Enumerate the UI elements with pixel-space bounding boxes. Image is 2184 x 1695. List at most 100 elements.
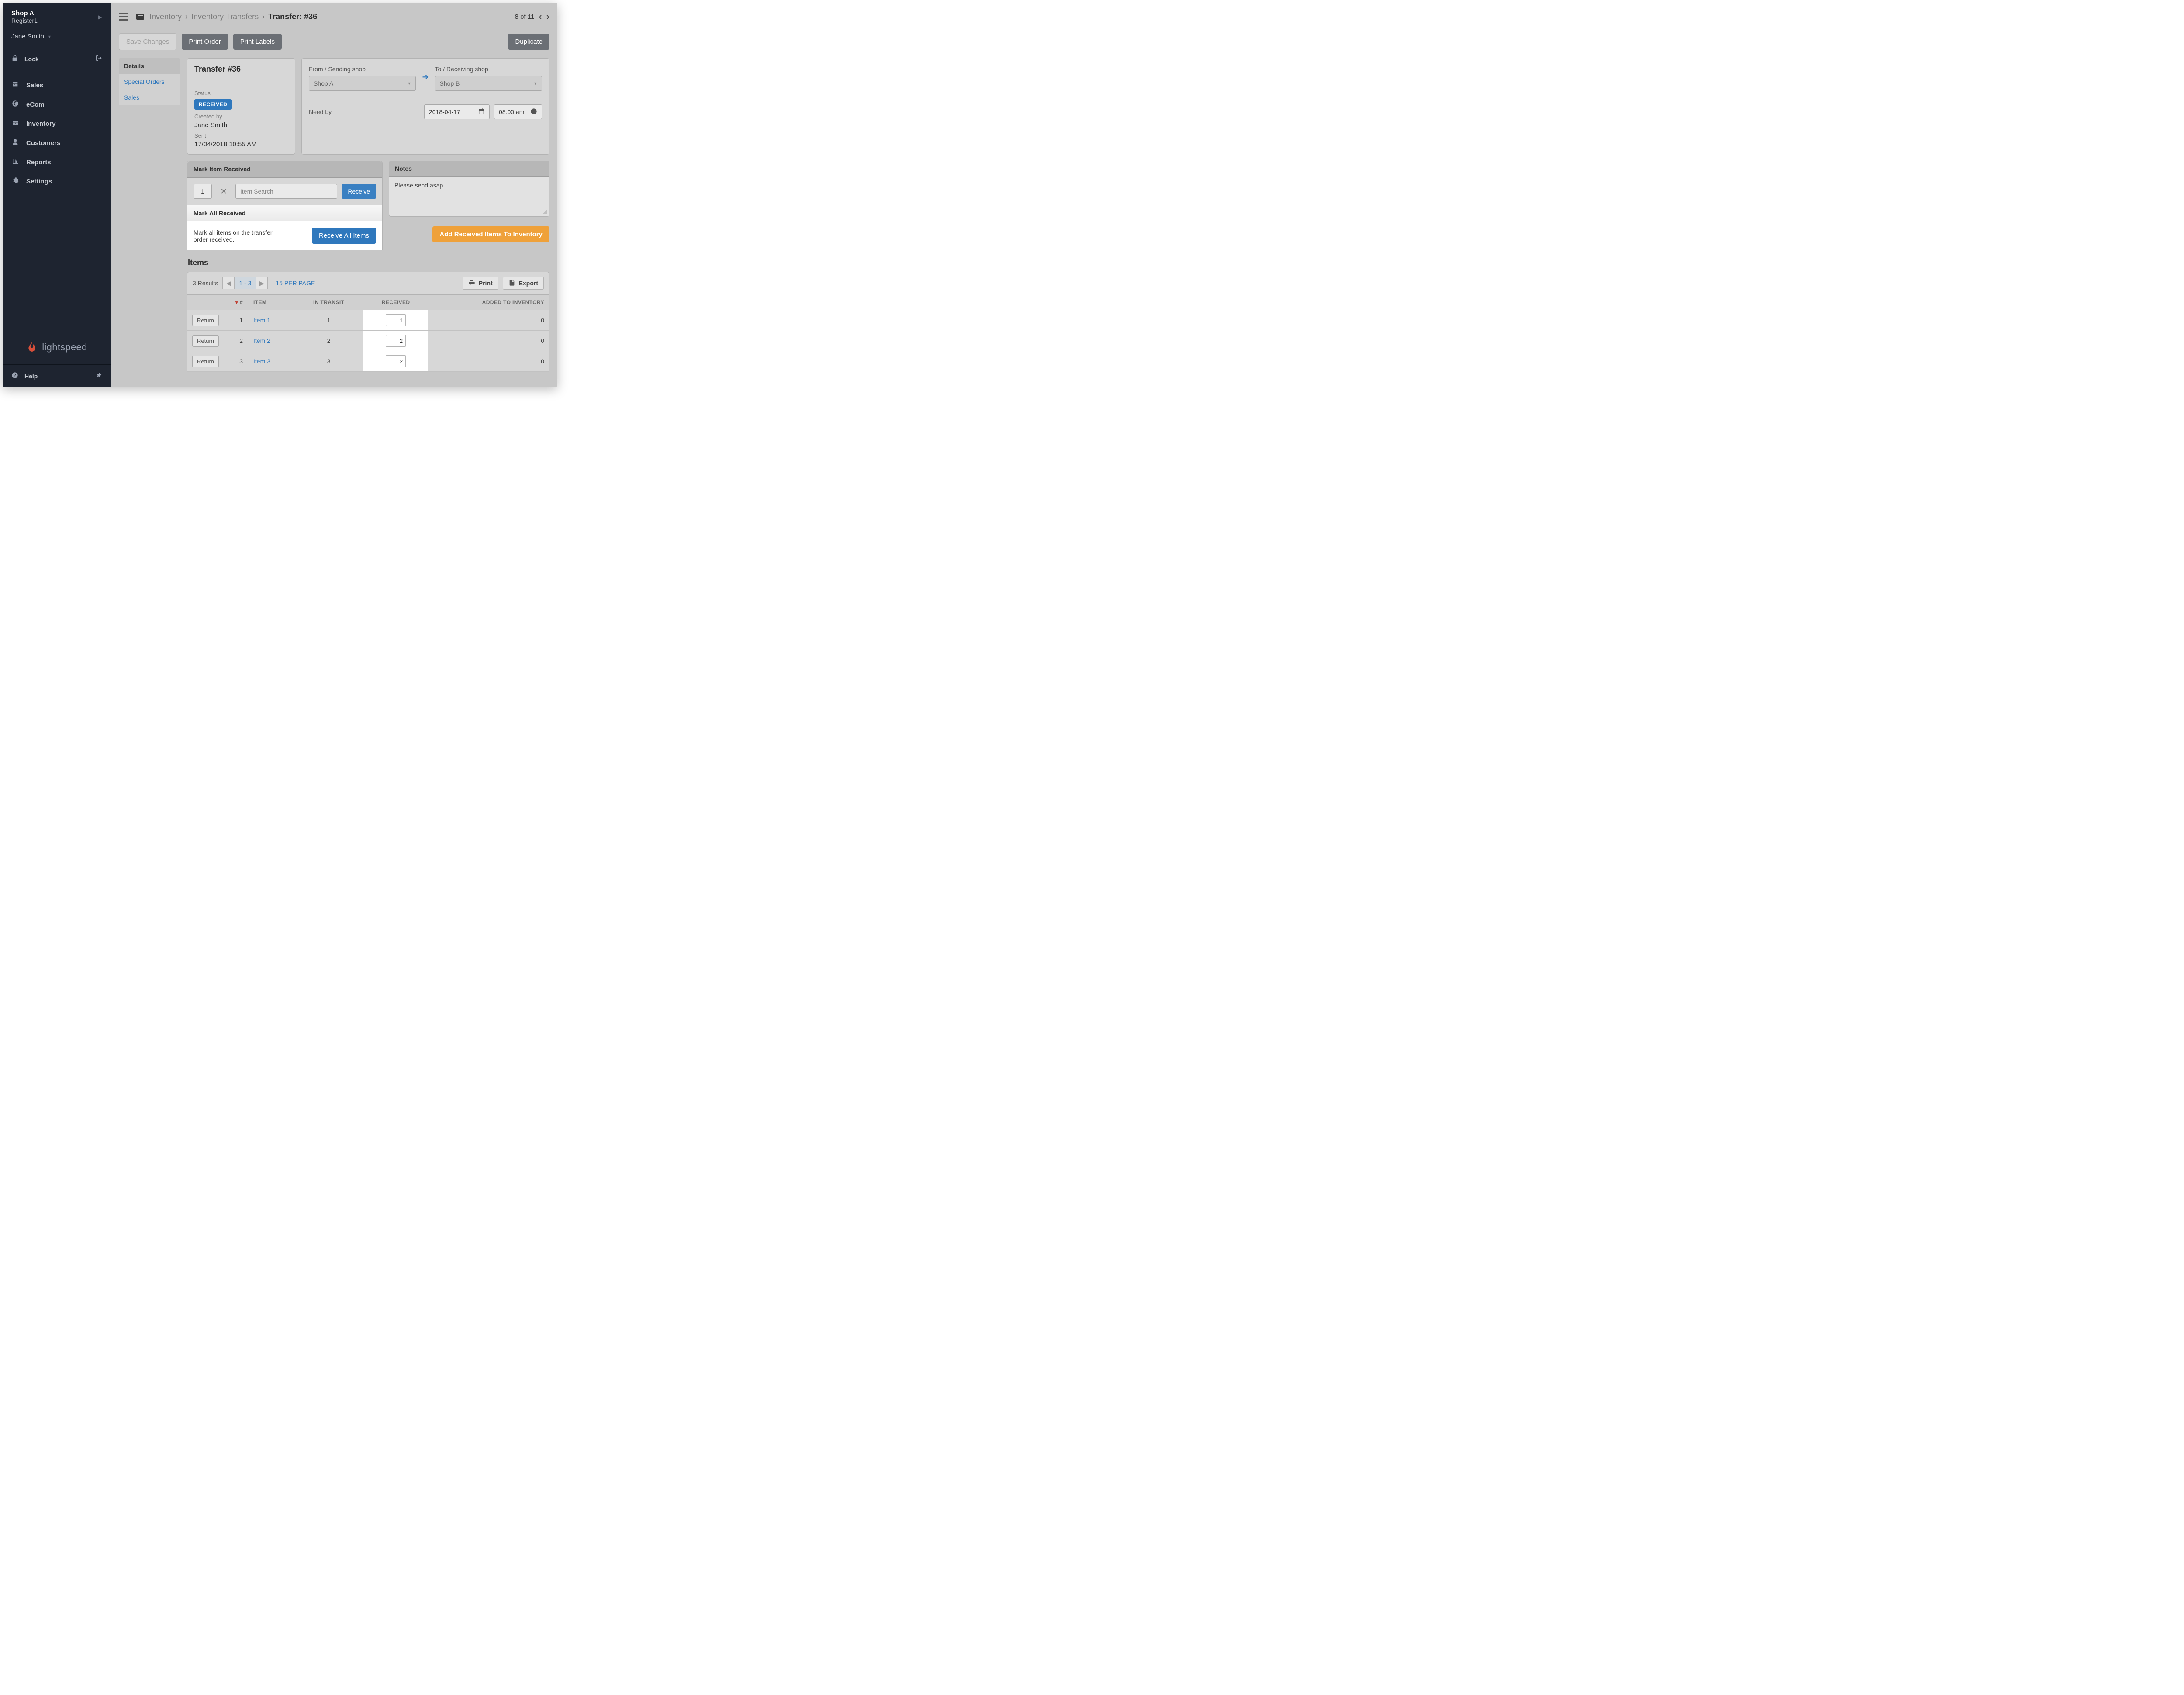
tab-details[interactable]: Details [119, 58, 180, 74]
calendar-icon [478, 108, 485, 116]
nav-item-customers[interactable]: Customers [3, 133, 111, 152]
nav-item-reports[interactable]: Reports [3, 152, 111, 172]
notes-textarea[interactable]: Please send asap. [389, 177, 549, 217]
items-page-range: 1 - 3 [235, 277, 256, 289]
receive-qty-input[interactable]: 1 [194, 184, 212, 199]
return-button[interactable]: Return [192, 335, 219, 347]
sidebar: Shop A Register1 ▶ Jane Smith ▼ Lock Sal… [3, 3, 111, 387]
mark-all-title: Mark All Received [187, 205, 382, 221]
return-button[interactable]: Return [192, 356, 219, 367]
status-badge: RECEIVED [194, 99, 232, 110]
brand-text: lightspeed [42, 342, 87, 353]
item-link[interactable]: Item 2 [253, 337, 270, 344]
items-print-button[interactable]: Print [463, 277, 498, 290]
col-in-transit[interactable]: IN TRANSIT [294, 295, 363, 310]
received-input[interactable] [386, 314, 406, 326]
return-button[interactable]: Return [192, 315, 219, 326]
from-shop-select[interactable]: Shop A ▼ [309, 76, 416, 91]
duplicate-button[interactable]: Duplicate [508, 34, 549, 50]
menu-toggle[interactable] [119, 13, 128, 21]
transfer-summary-card: Transfer #36 Status RECEIVED Created by … [187, 58, 295, 155]
col-received[interactable]: RECEIVED [363, 295, 428, 310]
arrow-right-icon: ➔ [422, 73, 429, 82]
print-labels-button[interactable]: Print Labels [233, 34, 282, 50]
shipping-card: From / Sending shop Shop A ▼ ➔ To / Rece… [301, 58, 549, 155]
row-num: 1 [226, 310, 248, 331]
shop-switcher[interactable]: Shop A Register1 ▶ [3, 3, 111, 28]
chart-icon [11, 158, 19, 166]
save-button: Save Changes [119, 33, 176, 50]
item-search-input[interactable]: Item Search [235, 184, 337, 199]
nav-item-sales[interactable]: Sales [3, 76, 111, 95]
help-label: Help [24, 373, 38, 380]
add-to-inventory-button[interactable]: Add Received Items To Inventory [432, 226, 549, 242]
added-value: 0 [428, 331, 549, 351]
help-icon [11, 372, 18, 380]
receive-button[interactable]: Receive [342, 184, 376, 199]
to-shop-value: Shop B [440, 80, 460, 87]
notes-card: Notes Please send asap. Add Received Ite… [389, 161, 549, 242]
sort-indicator[interactable] [235, 299, 240, 305]
need-by-date[interactable]: 2018-04-17 [424, 104, 490, 119]
lock-button[interactable]: Lock [3, 48, 86, 69]
row-num: 3 [226, 351, 248, 372]
to-shop-label: To / Receiving shop [435, 66, 542, 73]
print-order-button[interactable]: Print Order [182, 34, 228, 50]
help-button[interactable]: Help [3, 365, 86, 387]
items-per-page[interactable]: 15 PER PAGE [276, 280, 315, 287]
crumb-inventory[interactable]: Inventory [149, 12, 182, 21]
crumb-transfers[interactable]: Inventory Transfers [191, 12, 259, 21]
in-transit-value: 2 [294, 331, 363, 351]
next-record[interactable]: › [546, 11, 549, 22]
mark-item-received-card: Mark Item Received 1 ✕ Item Search Recei… [187, 161, 383, 205]
received-input[interactable] [386, 355, 406, 367]
items-next-page[interactable]: ▶ [256, 277, 268, 289]
in-transit-value: 1 [294, 310, 363, 331]
clear-qty-button[interactable]: ✕ [216, 184, 231, 199]
register-icon [11, 81, 19, 90]
received-input[interactable] [386, 335, 406, 347]
register-icon [136, 14, 144, 20]
from-shop-label: From / Sending shop [309, 66, 416, 73]
created-by-label: Created by [194, 113, 288, 120]
results-count: 3 Results [193, 280, 218, 287]
nav-item-inventory[interactable]: Inventory [3, 114, 111, 133]
items-section: Items 3 Results ◀ 1 - 3 ▶ 15 PER PAGE Pr… [187, 256, 549, 372]
pin-button[interactable] [86, 365, 111, 387]
nav-label: Customers [26, 139, 60, 147]
user-menu[interactable]: Jane Smith ▼ [3, 28, 111, 48]
chevron-down-icon: ▼ [533, 81, 537, 86]
need-by-label: Need by [309, 108, 332, 115]
status-label: Status [194, 90, 288, 97]
col-added[interactable]: ADDED TO INVENTORY [428, 295, 549, 310]
nav-item-ecom[interactable]: eCom [3, 95, 111, 114]
notes-title: Notes [389, 161, 549, 177]
receive-all-button[interactable]: Receive All Items [312, 228, 376, 244]
chevron-down-icon: ▼ [48, 35, 52, 39]
topbar: Inventory › Inventory Transfers › Transf… [111, 3, 557, 31]
col-item[interactable]: ITEM [248, 295, 294, 310]
sent-label: Sent [194, 132, 288, 139]
register-name: Register1 [11, 17, 38, 24]
items-table: # ITEM IN TRANSIT RECEIVED ADDED TO INVE… [187, 294, 549, 372]
item-link[interactable]: Item 3 [253, 358, 270, 365]
need-by-time-value: 08:00 am [499, 108, 524, 115]
nav-item-settings[interactable]: Settings [3, 172, 111, 191]
nav-label: Reports [26, 159, 51, 166]
items-export-button[interactable]: Export [503, 277, 544, 290]
crumb-current: Transfer: #36 [268, 12, 317, 21]
logout-icon [95, 55, 102, 63]
in-transit-value: 3 [294, 351, 363, 372]
items-prev-page[interactable]: ◀ [222, 277, 235, 289]
items-title: Items [187, 256, 549, 272]
items-pager: ◀ 1 - 3 ▶ [222, 277, 268, 289]
need-by-time[interactable]: 08:00 am [494, 104, 542, 119]
from-shop-value: Shop A [314, 80, 333, 87]
tab-sales[interactable]: Sales [119, 90, 180, 105]
tab-special-orders[interactable]: Special Orders [119, 74, 180, 90]
logout-button[interactable] [86, 48, 111, 69]
item-link[interactable]: Item 1 [253, 317, 270, 324]
drawer-icon [11, 119, 19, 128]
prev-record[interactable]: ‹ [539, 11, 542, 22]
to-shop-select[interactable]: Shop B ▼ [435, 76, 542, 91]
